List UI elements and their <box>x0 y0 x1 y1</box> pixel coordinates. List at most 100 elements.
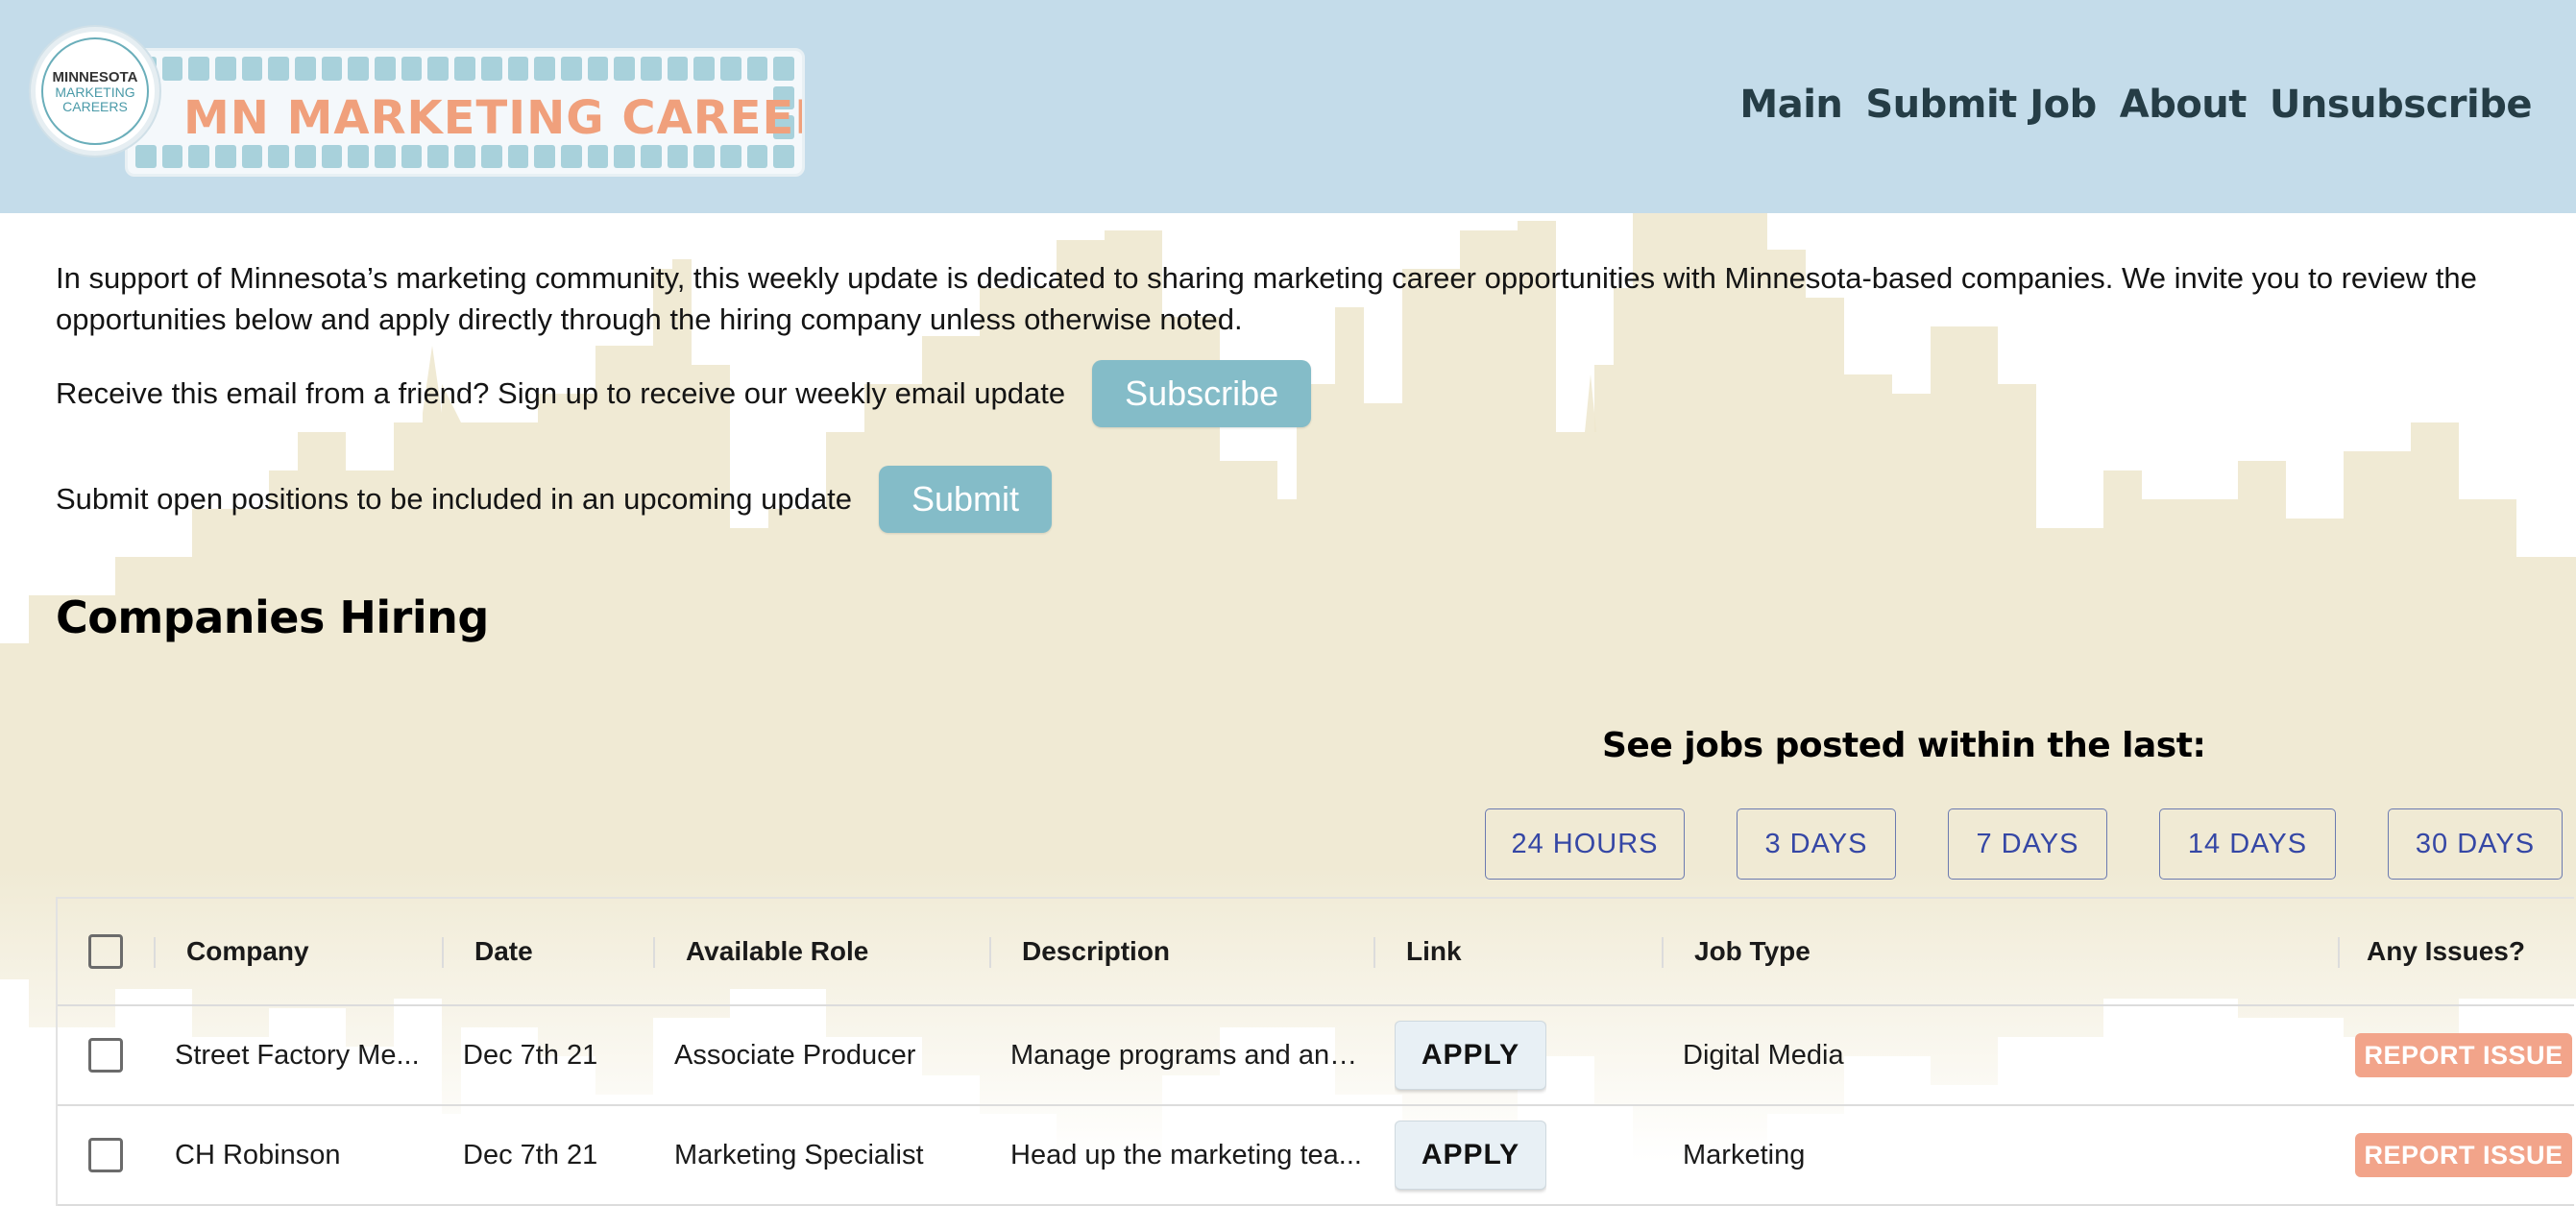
table-row: Street Factory Me... Dec 7th 21 Associat… <box>58 1006 2574 1106</box>
company-name: CH Robinson <box>175 1140 341 1170</box>
logo-tile <box>268 57 290 81</box>
cell-link: APPLY <box>1395 1006 1546 1104</box>
header-company[interactable]: Company <box>186 899 309 1004</box>
submit-button[interactable]: Submit <box>878 466 1053 533</box>
header-description[interactable]: Description <box>1022 899 1170 1004</box>
submit-prompt: Submit open positions to be included in … <box>56 482 852 516</box>
apply-button[interactable]: APPLY <box>1395 1121 1546 1190</box>
section-heading: Companies Hiring <box>56 591 489 643</box>
cell-issue: REPORT ISSUE <box>2355 1106 2572 1204</box>
logo-tile <box>161 144 183 168</box>
description-text: Head up the marketing tea... <box>1010 1140 1362 1170</box>
select-all-cell <box>88 899 123 1004</box>
logo-tile <box>348 144 370 168</box>
filter-24-hours-button[interactable]: 24 HOURS <box>1485 808 1685 880</box>
company-name: Street Factory Me... <box>175 1040 420 1071</box>
header-job-type[interactable]: Job Type <box>1694 899 1810 1004</box>
cell-issue: REPORT ISSUE <box>2355 1006 2572 1104</box>
nav-unsubscribe[interactable]: Unsubscribe <box>2270 83 2533 127</box>
column-separator <box>653 937 655 968</box>
description-text: Manage programs and ana... <box>1010 1040 1364 1071</box>
cell-job-type: Marketing <box>1683 1139 1806 1170</box>
nav-main[interactable]: Main <box>1739 83 1842 127</box>
logo-tile <box>614 57 635 81</box>
logo-tile <box>667 144 689 168</box>
column-separator <box>1662 937 1664 968</box>
report-issue-button[interactable]: REPORT ISSUE <box>2355 1133 2572 1177</box>
logo-tile <box>693 144 715 168</box>
logo-tile <box>241 144 263 168</box>
logo-tile <box>321 144 343 168</box>
logo-badge: MINNESOTA MARKETING CAREERS <box>31 27 159 156</box>
select-all-checkbox[interactable] <box>88 934 123 969</box>
logo-tile <box>614 144 635 168</box>
logo-tile <box>268 144 290 168</box>
header-date[interactable]: Date <box>474 899 533 1004</box>
logo-tile <box>560 57 582 81</box>
logo-tile <box>746 144 768 168</box>
cell-date: Dec 7th 21 <box>463 1039 598 1071</box>
row-checkbox[interactable] <box>88 1038 123 1073</box>
subscribe-button[interactable]: Subscribe <box>1092 360 1312 427</box>
apply-button[interactable]: APPLY <box>1395 1021 1546 1090</box>
logo-tile <box>719 144 741 168</box>
logo-tile <box>161 57 183 81</box>
logo-tile <box>401 144 423 168</box>
header-link[interactable]: Link <box>1406 899 1462 1004</box>
nav-about[interactable]: About <box>2120 83 2248 127</box>
column-separator <box>154 937 156 968</box>
site-header: MN MARKETING CAREERS MINNESOTA MARKETING… <box>0 0 2576 213</box>
logo-banner-text: MN MARKETING CAREERS <box>183 91 805 145</box>
logo-tile <box>188 144 210 168</box>
subscribe-row: Receive this email from a friend? Sign u… <box>56 360 1312 427</box>
logo-tile <box>773 144 794 168</box>
logo-tile <box>693 57 715 81</box>
column-separator <box>442 937 444 968</box>
logo-tile <box>587 144 609 168</box>
cell-link: APPLY <box>1395 1106 1546 1204</box>
logo-tile <box>454 144 475 168</box>
nav-submit-job[interactable]: Submit Job <box>1865 83 2097 127</box>
logo-badge-ring: MINNESOTA MARKETING CAREERS <box>41 37 149 145</box>
logo-tile <box>534 144 555 168</box>
logo-tile <box>587 57 609 81</box>
cell-role: Associate Producer <box>674 1039 916 1071</box>
row-select-cell <box>88 1106 123 1204</box>
logo-badge-line-3: CAREERS <box>62 98 128 114</box>
logo-tile <box>295 144 316 168</box>
filter-14-days-button[interactable]: 14 DAYS <box>2159 808 2336 880</box>
logo-tile <box>507 57 529 81</box>
cell-description: Manage programs and ana... <box>1010 1006 1364 1104</box>
logo-tile <box>215 144 236 168</box>
filter-title: See jobs posted within the last: <box>1602 726 2206 765</box>
main-content: In support of Minnesota’s marketing comm… <box>0 213 2576 1206</box>
filter-3-days-button[interactable]: 3 DAYS <box>1737 808 1896 880</box>
table-header-row: Company Date Available Role Description … <box>58 899 2574 1006</box>
logo-tile <box>480 57 502 81</box>
logo-tile <box>375 144 396 168</box>
logo-tile <box>640 57 662 81</box>
logo-tile <box>427 57 450 81</box>
report-issue-button[interactable]: REPORT ISSUE <box>2355 1033 2572 1077</box>
filter-7-days-button[interactable]: 7 DAYS <box>1948 808 2107 880</box>
date-filter-group: 24 HOURS 3 DAYS 7 DAYS 14 DAYS 30 DAYS <box>1485 808 2563 880</box>
filter-30-days-button[interactable]: 30 DAYS <box>2388 808 2563 880</box>
logo-tile <box>746 57 768 81</box>
cell-date: Dec 7th 21 <box>463 1139 598 1170</box>
logo-banner: MN MARKETING CAREERS <box>125 48 805 177</box>
site-logo[interactable]: MN MARKETING CAREERS MINNESOTA MARKETING… <box>31 27 805 179</box>
logo-tile <box>454 57 475 81</box>
submit-row: Submit open positions to be included in … <box>56 466 1053 533</box>
cell-company: Street Factory Me... <box>175 1006 432 1104</box>
cell-description: Head up the marketing tea... <box>1010 1106 1364 1204</box>
header-any-issues[interactable]: Any Issues? <box>2367 899 2525 1004</box>
row-checkbox[interactable] <box>88 1138 123 1172</box>
column-separator <box>1373 937 1375 968</box>
cell-job-type: Digital Media <box>1683 1039 1844 1071</box>
logo-tile <box>295 57 316 81</box>
header-role[interactable]: Available Role <box>686 899 868 1004</box>
cell-company: CH Robinson <box>175 1106 432 1204</box>
logo-tile <box>241 57 263 81</box>
logo-tile <box>162 115 183 139</box>
logo-tile <box>507 144 529 168</box>
